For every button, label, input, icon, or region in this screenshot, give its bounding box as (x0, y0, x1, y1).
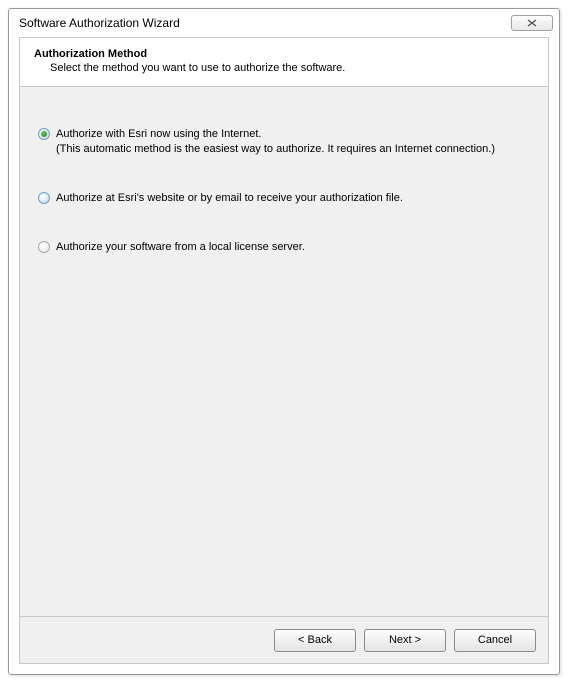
close-button[interactable] (511, 15, 553, 31)
radio-icon (38, 192, 50, 204)
content-area: Authorize with Esri now using the Intern… (19, 87, 549, 616)
button-row: < Back Next > Cancel (19, 616, 549, 664)
option-authorize-website-email[interactable]: Authorize at Esri's website or by email … (38, 191, 530, 206)
option-text: Authorize at Esri's website or by email … (56, 191, 403, 206)
back-button[interactable]: < Back (274, 629, 356, 652)
option-text: Authorize with Esri now using the Intern… (56, 127, 495, 157)
option-label: Authorize with Esri now using the Intern… (56, 128, 261, 140)
option-sublabel: (This automatic method is the easiest wa… (56, 143, 495, 155)
close-icon (527, 19, 537, 27)
wizard-dialog: Software Authorization Wizard Authorizat… (8, 8, 560, 675)
header-title: Authorization Method (34, 48, 534, 60)
option-text: Authorize your software from a local lic… (56, 240, 305, 255)
option-label: Authorize at Esri's website or by email … (56, 192, 403, 204)
radio-icon (38, 128, 50, 140)
header-band: Authorization Method Select the method y… (19, 37, 549, 87)
next-button[interactable]: Next > (364, 629, 446, 652)
cancel-button[interactable]: Cancel (454, 629, 536, 652)
window-title: Software Authorization Wizard (19, 16, 180, 30)
titlebar: Software Authorization Wizard (9, 9, 559, 37)
option-authorize-internet[interactable]: Authorize with Esri now using the Intern… (38, 127, 530, 157)
header-subtitle: Select the method you want to use to aut… (34, 62, 534, 74)
option-authorize-local-server[interactable]: Authorize your software from a local lic… (38, 240, 530, 255)
radio-icon (38, 241, 50, 253)
option-label: Authorize your software from a local lic… (56, 241, 305, 253)
